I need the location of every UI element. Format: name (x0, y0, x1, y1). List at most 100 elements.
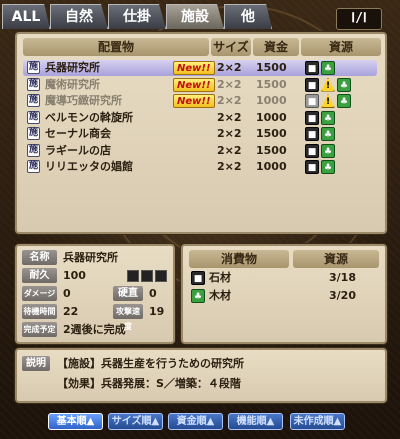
list-item[interactable]: 施魔術研究所 New!! 2×2 1500 ■! ♣ (23, 77, 377, 93)
list-item[interactable]: 施魔導巧緻研究所 New!! 2×2 1000 ■! ♣ (23, 93, 377, 109)
list-header: 配置物 サイズ 資金 資源 (23, 38, 381, 56)
list-item[interactable]: 施セーナル商会 2×2 1500 ■ ♣ (23, 126, 377, 142)
consumption-panel: 消費物 資源 ■ 石材 3/18 ♣ 木材 3/20 (181, 244, 387, 344)
speed-label: 攻撃速度 (113, 304, 143, 331)
sort-button[interactable]: サイズ順▲ (108, 413, 163, 430)
sort-button[interactable]: 基本順▲ (48, 413, 103, 430)
item-name: セーナル商会 (45, 127, 111, 140)
name-label: 名称 (22, 250, 57, 265)
consumption-name: 木材 (209, 289, 231, 302)
facility-icon: 施 (27, 143, 40, 157)
description-line-2: 【効果】兵器発展：S／増築：４段階 (57, 377, 241, 390)
wood-resource-icon: ♣ (337, 94, 351, 108)
stone-resource-icon: ■ (305, 110, 319, 125)
stone-resource-icon: ■ (305, 160, 319, 174)
sort-button[interactable]: 資金順▲ (168, 413, 223, 430)
consumption-amount: 3/20 (329, 289, 356, 302)
item-cost: 1500 (256, 143, 287, 157)
list-item[interactable]: 施ラギールの店 2×2 1500 ■ ♣ (23, 143, 377, 159)
facility-icon: 施 (27, 77, 40, 91)
list-item[interactable]: 施兵器研究所 New!! 2×2 1500 ■ ♣ (23, 60, 377, 76)
stone-resource-icon: ■ (191, 271, 205, 285)
item-size: 2×2 (217, 160, 242, 173)
header-cost: 資金 (253, 38, 299, 56)
item-size: 2×2 (217, 77, 242, 91)
item-name: 兵器研究所 (45, 61, 100, 74)
page-counter: Ⅰ/Ⅰ (336, 8, 382, 30)
hard-label: 硬直 (113, 286, 143, 301)
item-cost: 1000 (256, 94, 287, 107)
hp-label: 耐久 (22, 268, 57, 283)
header-size: サイズ (211, 38, 251, 56)
consumption-amount: 3/18 (329, 271, 356, 284)
detail-name: 兵器研究所 (63, 251, 118, 264)
new-badge: New!! (173, 61, 215, 75)
wood-resource-icon: ♣ (321, 110, 335, 125)
tab-facilities[interactable]: 施設 (166, 4, 224, 29)
item-name: リリエッタの娼館 (45, 160, 133, 173)
stone-resource-icon: ■ (305, 143, 319, 158)
consumption-item: ♣ 木材 3/20 (189, 288, 377, 304)
cons-header-amount: 資源 (293, 250, 379, 268)
warn-resource-icon: ! (321, 77, 335, 92)
wood-resource-icon: ♣ (321, 143, 335, 158)
item-name: 魔導巧緻研究所 (45, 94, 122, 107)
sort-button[interactable]: 未作成順▲ (290, 413, 345, 430)
wood-resource-icon: ♣ (337, 77, 351, 92)
gray-resource-icon: ■ (305, 94, 319, 108)
facility-icon: 施 (27, 160, 40, 173)
detail-panel: 名称 兵器研究所 耐久 100 ダメージ 0 硬直 0 待機時間 22 攻撃速度… (15, 244, 175, 344)
description-label: 説明 (22, 356, 50, 371)
tab-traps[interactable]: 仕掛 (108, 4, 166, 29)
status-icon-1 (127, 270, 139, 282)
tab-nature[interactable]: 自然 (50, 4, 108, 29)
item-cost: 1500 (256, 61, 287, 74)
list-item[interactable]: 施ベルモンの斡旋所 2×2 1000 ■ ♣ (23, 110, 377, 126)
facility-icon: 施 (27, 61, 40, 74)
category-tabs: ALL 自然 仕掛 施設 他 (0, 0, 300, 30)
item-size: 2×2 (217, 127, 242, 140)
list-item[interactable]: 施リリエッタの娼館 2×2 1000 ■ ♣ (23, 159, 377, 175)
description-line-1: 【施設】兵器生産を行うための研究所 (57, 357, 244, 370)
detail-dmg: 0 (63, 287, 71, 300)
detail-hard: 0 (149, 287, 157, 300)
detail-complete: 2週後に完成 (63, 323, 126, 336)
item-name: ラギールの店 (45, 143, 111, 157)
tab-other[interactable]: 他 (224, 4, 272, 29)
wood-resource-icon: ♣ (321, 127, 335, 141)
item-cost: 1000 (256, 160, 287, 173)
placement-list-panel: 配置物 サイズ 資金 資源 施兵器研究所 New!! 2×2 1500 ■ ♣ 施魔術研究所… (15, 32, 387, 234)
stone-resource-icon: ■ (305, 127, 319, 141)
sort-button[interactable]: 機能順▲ (228, 413, 283, 430)
wood-resource-icon: ♣ (321, 61, 335, 75)
status-icon-3 (155, 270, 167, 282)
description-panel: 説明 【施設】兵器生産を行うための研究所 【効果】兵器発展：S／増築：４段階 (15, 348, 387, 403)
item-cost: 1500 (256, 127, 287, 140)
new-badge: New!! (173, 94, 215, 108)
facility-icon: 施 (27, 94, 40, 107)
new-badge: New!! (173, 77, 215, 92)
cons-header-item: 消費物 (189, 250, 289, 268)
stone-resource-icon: ■ (305, 77, 319, 92)
item-cost: 1000 (256, 110, 287, 124)
detail-wait: 22 (63, 305, 79, 318)
complete-label: 完成予定 (22, 322, 57, 337)
wait-label: 待機時間 (22, 304, 57, 319)
item-cost: 1500 (256, 77, 287, 91)
header-name: 配置物 (23, 38, 209, 56)
item-size: 2×2 (217, 61, 242, 74)
item-size: 2×2 (217, 143, 242, 157)
tab-all[interactable]: ALL (2, 4, 50, 29)
detail-hp: 100 (63, 269, 86, 282)
item-name: ベルモンの斡旋所 (45, 110, 133, 124)
wood-resource-icon: ♣ (321, 160, 335, 174)
facility-icon: 施 (27, 127, 40, 140)
item-size: 2×2 (217, 110, 242, 124)
warn-resource-icon: ! (321, 94, 335, 108)
item-size: 2×2 (217, 94, 242, 107)
consumption-item: ■ 石材 3/18 (189, 270, 377, 286)
consumption-name: 石材 (209, 271, 231, 284)
wood-resource-icon: ♣ (191, 289, 205, 303)
header-resource: 資源 (301, 38, 381, 56)
item-name: 魔術研究所 (45, 77, 100, 91)
